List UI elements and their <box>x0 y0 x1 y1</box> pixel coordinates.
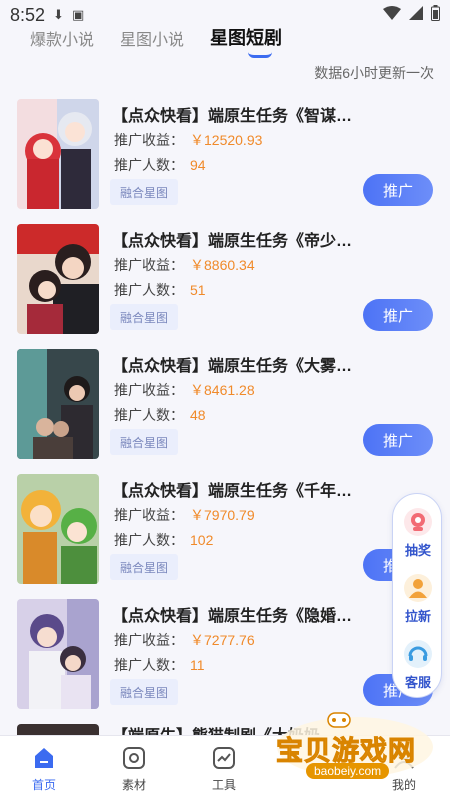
float-label: 拉新 <box>404 609 431 624</box>
service-icon <box>404 640 432 668</box>
tab-label: 星图短剧 <box>210 28 283 48</box>
users-value: 102 <box>190 532 214 548</box>
tools-icon <box>212 746 236 770</box>
drama-title: 【点众快看】端原生任务《大雾… <box>112 358 353 375</box>
nav-label: 素材 <box>121 778 146 792</box>
fusion-tag: 融合星图 <box>110 679 178 705</box>
tab-star-short-dramas[interactable]: 星图短剧 <box>210 24 283 58</box>
tab-label: 爆款小说 <box>30 32 95 49</box>
drama-title: 【点众快看】端原生任务《智谋… <box>112 108 353 125</box>
promote-button[interactable]: 推广 <box>363 174 433 206</box>
users-row: 推广人数： 51 <box>114 280 206 300</box>
income-label: 推广收益： <box>114 507 184 523</box>
nav-label: 我的 <box>391 778 416 792</box>
income-row: 推广收益： ￥8461.28 <box>114 380 255 400</box>
floating-menu: 抽奖 拉新 客服 <box>392 493 442 698</box>
bottom-nav: 首页 素材 工具 我的 <box>0 735 450 800</box>
income-value: ￥7277.76 <box>190 632 255 648</box>
users-value: 11 <box>190 657 205 673</box>
tab-label: 星图小说 <box>120 32 185 49</box>
tab-star-novels[interactable]: 星图小说 <box>120 26 184 50</box>
float-item-lottery[interactable]: 抽奖 <box>393 508 443 559</box>
users-label: 推广人数： <box>114 157 184 173</box>
tab-hot-novels[interactable]: 爆款小说 <box>30 26 94 50</box>
invite-icon <box>404 574 432 602</box>
users-row: 推广人数： 102 <box>114 530 213 550</box>
drama-title: 【端原生】熊猫制剧《大奶奶… <box>112 722 336 735</box>
lottery-icon <box>404 508 432 536</box>
income-label: 推广收益： <box>114 632 184 648</box>
list-item[interactable]: 【端原生】熊猫制剧《大奶奶… <box>0 720 450 735</box>
nav-label: 工具 <box>211 778 236 792</box>
income-label: 推广收益： <box>114 132 184 148</box>
promote-button[interactable]: 推广 <box>363 424 433 456</box>
income-label: 推广收益： <box>114 257 184 273</box>
active-tab-indicator <box>248 52 273 58</box>
drama-cover-image[interactable] <box>17 474 99 584</box>
drama-title: 【点众快看】端原生任务《隐婚… <box>112 608 353 625</box>
material-icon <box>122 746 146 770</box>
drama-title: 【点众快看】端原生任务《帝少… <box>112 233 353 250</box>
list-item[interactable]: 【点众快看】端原生任务《大雾… 推广收益： ￥8461.28 推广人数： 48 融合… <box>0 345 450 470</box>
users-label: 推广人数： <box>114 282 184 298</box>
fusion-tag: 融合星图 <box>110 304 178 330</box>
list-item[interactable]: 【点众快看】端原生任务《隐婚… 推广收益： ￥7277.76 推广人数： 11 融合… <box>0 595 450 720</box>
list-item[interactable]: 【点众快看】端原生任务《智谋… 推广收益： ￥12520.93 推广人数： 94 融… <box>0 95 450 220</box>
users-value: 48 <box>190 407 206 423</box>
users-value: 94 <box>190 157 206 173</box>
float-label: 抽奖 <box>404 543 431 558</box>
drama-cover-image[interactable] <box>17 99 99 209</box>
drama-cover-image[interactable] <box>17 349 99 459</box>
users-label: 推广人数： <box>114 532 184 548</box>
profile-icon <box>392 746 416 770</box>
list-item[interactable]: 【点众快看】端原生任务《千年… 推广收益： ￥7970.79 推广人数： 102 融… <box>0 470 450 595</box>
income-value: ￥7970.79 <box>190 507 255 523</box>
income-row: 推广收益： ￥8860.34 <box>114 255 255 275</box>
income-row: 推广收益： ￥7277.76 <box>114 630 255 650</box>
fusion-tag: 融合星图 <box>110 554 178 580</box>
update-note: 数据6小时更新一次 <box>314 65 434 81</box>
fusion-tag: 融合星图 <box>110 429 178 455</box>
home-icon <box>32 746 56 770</box>
income-value: ￥12520.93 <box>190 132 263 148</box>
fusion-tag: 融合星图 <box>110 179 178 205</box>
income-row: 推广收益： ￥12520.93 <box>114 130 262 150</box>
list-item[interactable]: 【点众快看】端原生任务《帝少… 推广收益： ￥8860.34 推广人数： 51 融合… <box>0 220 450 345</box>
users-row: 推广人数： 94 <box>114 155 206 175</box>
promote-button[interactable]: 推广 <box>363 299 433 331</box>
income-value: ￥8461.28 <box>190 382 255 398</box>
nav-material[interactable]: 素材 <box>104 746 164 793</box>
income-value: ￥8860.34 <box>190 257 255 273</box>
drama-cover-image[interactable] <box>17 599 99 709</box>
users-value: 51 <box>190 282 206 298</box>
nav-profile[interactable]: 我的 <box>374 746 434 793</box>
drama-cover-image[interactable] <box>17 224 99 334</box>
float-item-invite[interactable]: 拉新 <box>393 574 443 625</box>
income-label: 推广收益： <box>114 382 184 398</box>
users-row: 推广人数： 48 <box>114 405 206 425</box>
income-row: 推广收益： ￥7970.79 <box>114 505 255 525</box>
nav-label: 首页 <box>31 778 56 792</box>
drama-title: 【点众快看】端原生任务《千年… <box>112 483 353 500</box>
users-label: 推广人数： <box>114 657 184 673</box>
users-row: 推广人数： 11 <box>114 655 205 675</box>
users-label: 推广人数： <box>114 407 184 423</box>
float-label: 客服 <box>404 675 431 690</box>
float-item-service[interactable]: 客服 <box>393 640 443 691</box>
category-tabs: 爆款小说 星图小说 星图短剧 <box>0 14 450 58</box>
nav-home[interactable]: 首页 <box>14 746 74 793</box>
nav-tools[interactable]: 工具 <box>194 746 254 793</box>
drama-cover-image[interactable] <box>17 724 99 735</box>
